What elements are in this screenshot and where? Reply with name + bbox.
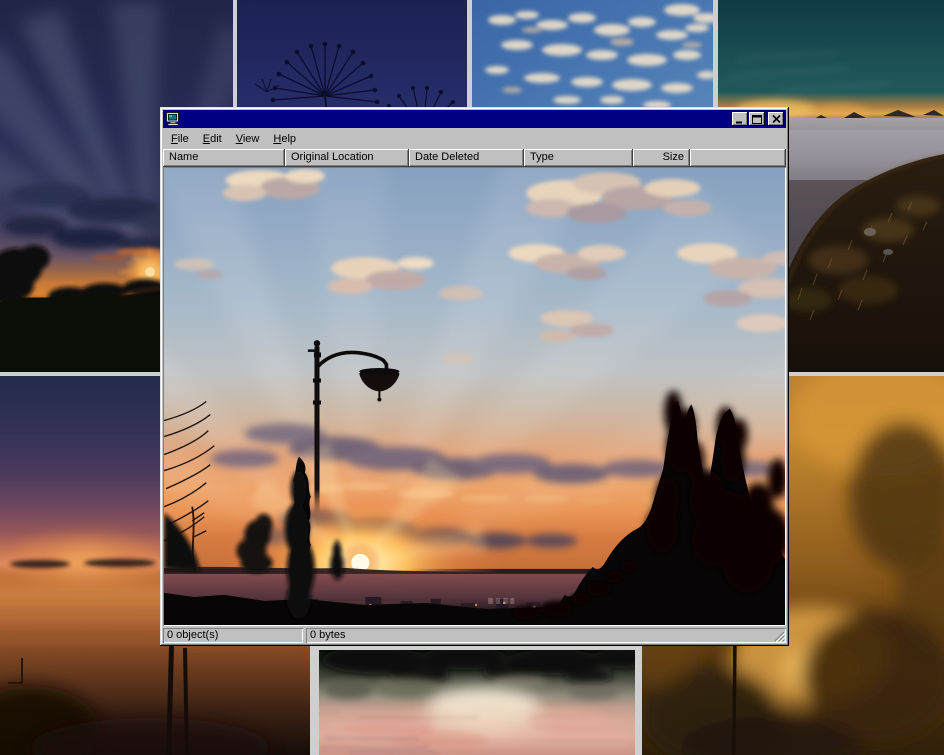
column-header-size[interactable]: Size bbox=[633, 149, 690, 167]
column-header-type[interactable]: Type bbox=[524, 149, 633, 167]
minimize-button[interactable] bbox=[732, 112, 748, 126]
close-button[interactable] bbox=[768, 112, 784, 126]
maximize-button[interactable] bbox=[749, 112, 765, 126]
status-object-count: 0 object(s) bbox=[163, 628, 303, 643]
menu-view[interactable]: View bbox=[229, 131, 267, 147]
list-column-headers: Name Original Location Date Deleted Type… bbox=[163, 149, 786, 167]
menu-edit[interactable]: Edit bbox=[196, 131, 229, 147]
close-icon bbox=[772, 115, 781, 123]
wallpaper-photo-water-reflection bbox=[319, 650, 635, 755]
column-header-original-location[interactable]: Original Location bbox=[285, 149, 409, 167]
maximize-icon bbox=[752, 115, 762, 124]
window-titlebar[interactable] bbox=[163, 110, 786, 128]
column-header-date-deleted[interactable]: Date Deleted bbox=[409, 149, 524, 167]
menu-bar: File Edit View Help bbox=[163, 128, 786, 149]
minimize-icon bbox=[735, 115, 745, 124]
menu-help[interactable]: Help bbox=[266, 131, 303, 147]
computer-monitor-icon[interactable] bbox=[165, 111, 181, 127]
column-header-name[interactable]: Name bbox=[163, 149, 285, 167]
file-list-area[interactable] bbox=[163, 167, 786, 626]
resize-grip-icon[interactable] bbox=[773, 630, 785, 642]
desktop-wallpaper: File Edit View Help Name Original Locati… bbox=[0, 0, 944, 755]
recycle-bin-window: File Edit View Help Name Original Locati… bbox=[160, 107, 789, 646]
status-bar: 0 object(s) 0 bytes bbox=[163, 628, 786, 643]
column-header-filler bbox=[690, 149, 786, 167]
menu-file[interactable]: File bbox=[164, 131, 196, 147]
status-byte-count: 0 bytes bbox=[306, 628, 786, 643]
sunset-streetlamp-photo bbox=[164, 168, 785, 625]
